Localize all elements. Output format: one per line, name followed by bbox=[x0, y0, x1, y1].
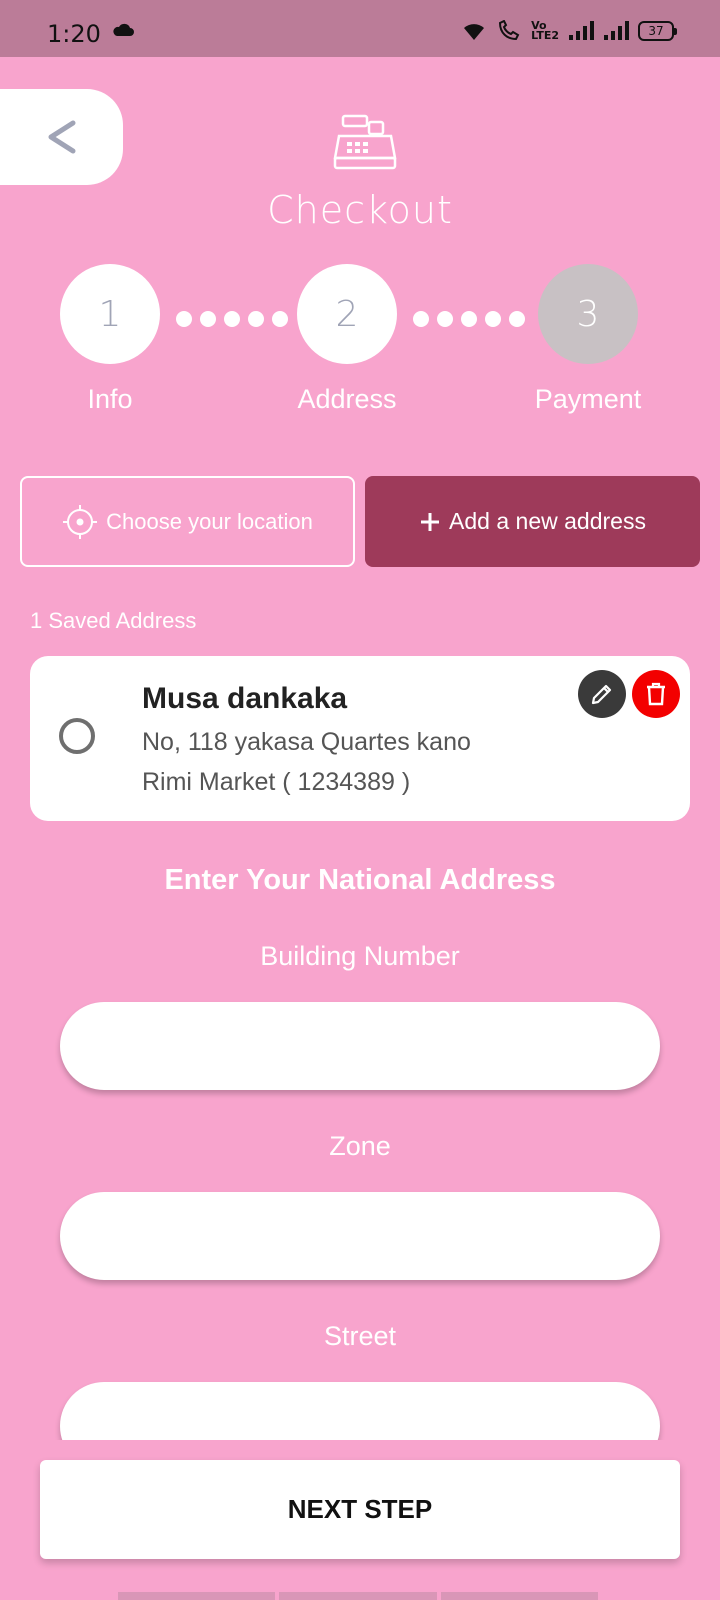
plus-icon bbox=[421, 512, 440, 531]
status-icons: Vo LTE2 37 bbox=[461, 19, 677, 42]
crosshair-icon bbox=[63, 504, 98, 539]
step-3-circle: 3 bbox=[538, 264, 638, 364]
chevron-left-icon bbox=[48, 120, 75, 154]
national-address-heading: Enter Your National Address bbox=[164, 864, 556, 896]
address-line-2: Rimi Market ( 1234389 ) bbox=[142, 768, 411, 796]
step-2-label: Address bbox=[297, 384, 397, 414]
address-line-1: No, 118 yakasa Quartes kano bbox=[142, 728, 471, 756]
add-address-button[interactable]: Add a new address bbox=[365, 476, 700, 567]
wifi-icon bbox=[464, 24, 485, 40]
building-number-label: Building Number bbox=[260, 941, 460, 971]
next-step-button[interactable]: NEXT STEP bbox=[40, 1460, 680, 1559]
pencil-icon bbox=[591, 684, 612, 705]
trash-icon bbox=[647, 682, 665, 706]
back-button[interactable] bbox=[0, 89, 123, 185]
cloud-icon bbox=[113, 23, 134, 36]
step-1-label: Info bbox=[87, 384, 133, 414]
address-name: Musa dankaka bbox=[142, 682, 348, 715]
call-icon bbox=[499, 20, 520, 41]
form-scroll-area: Street bbox=[0, 1300, 720, 1440]
step-3-label: Payment bbox=[534, 384, 642, 414]
signal-icon-2 bbox=[604, 21, 629, 40]
step-2-circle: 2 bbox=[297, 264, 397, 364]
bottom-tab-indicator bbox=[118, 1592, 598, 1600]
saved-address-count: 1 Saved Address bbox=[30, 608, 197, 633]
edit-address-button[interactable] bbox=[578, 670, 626, 718]
cash-register-icon bbox=[333, 114, 397, 170]
building-number-input[interactable] bbox=[60, 1002, 660, 1090]
step-connector-2 bbox=[413, 311, 525, 327]
choose-location-label: Choose your location bbox=[106, 508, 313, 534]
address-radio[interactable] bbox=[59, 718, 95, 754]
step-connector-1 bbox=[176, 311, 288, 327]
step-1-circle: 1 bbox=[60, 264, 160, 364]
choose-location-button[interactable]: Choose your location bbox=[20, 476, 355, 567]
zone-label: Zone bbox=[329, 1131, 391, 1161]
street-input[interactable] bbox=[60, 1382, 660, 1440]
street-label: Street bbox=[323, 1321, 397, 1351]
delete-address-button[interactable] bbox=[632, 670, 680, 718]
battery-icon: 37 bbox=[638, 21, 677, 41]
add-address-label: Add a new address bbox=[449, 508, 646, 534]
saved-address-card[interactable]: Musa dankaka No, 118 yakasa Quartes kano… bbox=[30, 656, 690, 821]
status-time: 1:20 bbox=[47, 20, 101, 48]
zone-input[interactable] bbox=[60, 1192, 660, 1280]
volte-indicator: Vo LTE2 bbox=[531, 19, 559, 42]
signal-icon-1 bbox=[569, 21, 594, 40]
page-title: Checkout bbox=[267, 188, 453, 232]
status-bar: 1:20 Vo LTE2 37 bbox=[0, 0, 720, 57]
